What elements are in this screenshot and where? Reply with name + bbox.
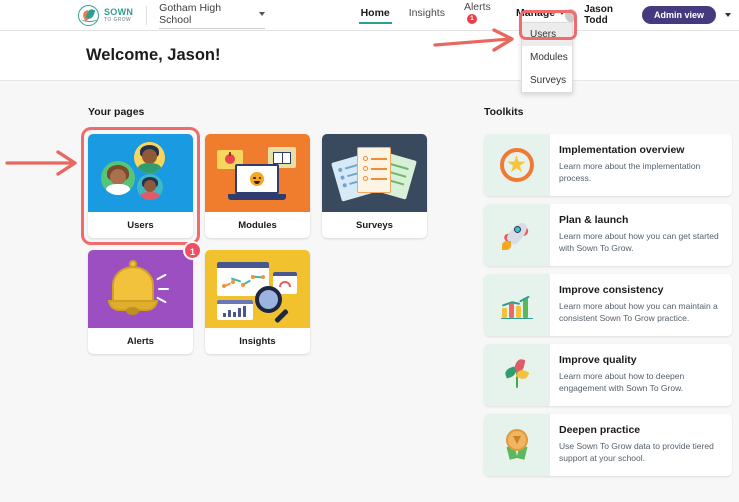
manage-dropdown-menu: Users Modules Surveys bbox=[521, 22, 573, 93]
toolkit-text: Improve quality Learn more about how to … bbox=[550, 344, 732, 406]
nav-item-manage-label: Manage bbox=[516, 6, 556, 19]
alerts-card-artwork bbox=[88, 250, 193, 328]
main-content: Your pages Users Modules Surveys 1 Alert… bbox=[0, 82, 739, 502]
your-pages-grid: Users Modules Surveys 1 Alerts Insights bbox=[81, 127, 448, 354]
admin-view-button[interactable]: Admin view bbox=[641, 6, 716, 24]
users-card-artwork bbox=[88, 134, 193, 212]
award-ribbon-icon bbox=[498, 426, 536, 464]
avatar[interactable] bbox=[565, 8, 578, 22]
alerts-count-badge: 1 bbox=[466, 13, 477, 24]
toolkit-description: Learn more about how to deepen engagemen… bbox=[559, 371, 685, 394]
logo-line-2: TO GROW bbox=[104, 16, 132, 23]
toolkit-title: Plan & launch bbox=[559, 214, 629, 226]
nav-item-alerts[interactable]: Alerts1 bbox=[464, 1, 497, 30]
toolkit-icon-cell bbox=[484, 344, 550, 406]
logo-line-1: SOWN bbox=[104, 6, 134, 17]
toolkit-item-plan-and-launch[interactable]: Plan & launch Learn more about how you c… bbox=[484, 204, 732, 266]
nav-item-home[interactable]: Home bbox=[358, 6, 392, 24]
nav-item-alerts-label: Alerts bbox=[463, 0, 491, 13]
school-selector-label: Gotham High School bbox=[159, 1, 222, 26]
header-divider bbox=[146, 5, 148, 25]
toolkit-icon-cell bbox=[484, 414, 550, 476]
toolkit-title: Deepen practice bbox=[559, 424, 641, 436]
manage-menu-item-users[interactable]: Users bbox=[522, 23, 572, 46]
toolkit-item-improve-quality[interactable]: Improve quality Learn more about how to … bbox=[484, 344, 732, 406]
page-card-modules-label: Modules bbox=[238, 219, 277, 231]
toolkit-icon-cell bbox=[484, 134, 550, 196]
page-card-users[interactable]: Users bbox=[81, 127, 200, 245]
alerts-card-count-badge: 1 bbox=[183, 241, 202, 260]
page-card-surveys[interactable]: Surveys bbox=[322, 134, 427, 238]
chevron-down-icon bbox=[258, 11, 265, 16]
page-card-alerts[interactable]: 1 Alerts bbox=[88, 241, 202, 354]
manage-menu-item-modules[interactable]: Modules bbox=[522, 46, 572, 69]
sown-to-grow-leaf-icon bbox=[78, 4, 99, 26]
toolkit-item-improve-consistency[interactable]: Improve consistency Learn more about how… bbox=[484, 274, 732, 336]
nav-item-insights[interactable]: Insights bbox=[409, 7, 445, 24]
user-name-label: Jason Todd bbox=[584, 4, 613, 26]
toolkits-list: Implementation overview Learn more about… bbox=[484, 134, 732, 476]
toolkit-title: Improve quality bbox=[559, 354, 637, 366]
app-logo[interactable]: SOWN TO GROW bbox=[78, 4, 134, 26]
star-badge-icon bbox=[498, 146, 536, 184]
app-root: SOWN TO GROW Gotham High School Home Ins… bbox=[0, 0, 739, 502]
nav-item-home-label: Home bbox=[360, 6, 390, 19]
page-card-users-label: Users bbox=[127, 219, 154, 231]
your-pages-heading: Your pages bbox=[88, 106, 145, 118]
toolkit-item-implementation-overview[interactable]: Implementation overview Learn more about… bbox=[484, 134, 732, 196]
page-card-modules[interactable]: Modules bbox=[205, 134, 310, 238]
toolkit-text: Plan & launch Learn more about how you c… bbox=[550, 204, 732, 266]
toolkit-icon-cell bbox=[484, 204, 550, 266]
toolkit-text: Deepen practice Use Sown To Grow data to… bbox=[550, 414, 732, 476]
page-title: Welcome, Jason! bbox=[86, 46, 221, 64]
rocket-icon bbox=[498, 216, 536, 254]
toolkit-text: Improve consistency Learn more about how… bbox=[550, 274, 732, 336]
manage-menu-item-surveys[interactable]: Surveys bbox=[522, 69, 572, 92]
toolkit-item-deepen-practice[interactable]: Deepen practice Use Sown To Grow data to… bbox=[484, 414, 732, 476]
top-navigation-bar: SOWN TO GROW Gotham High School Home Ins… bbox=[0, 0, 739, 31]
modules-card-artwork bbox=[205, 134, 310, 212]
insights-card-artwork bbox=[205, 250, 310, 328]
nav-item-insights-label: Insights bbox=[408, 6, 445, 19]
toolkit-description: Learn more about how you can get started… bbox=[559, 231, 719, 254]
toolkit-text: Implementation overview Learn more about… bbox=[550, 134, 732, 196]
plant-icon bbox=[498, 356, 536, 394]
toolkit-description: Learn more about the implementation proc… bbox=[559, 161, 701, 184]
user-menu-chevron-down-icon[interactable] bbox=[725, 13, 731, 17]
page-card-insights[interactable]: Insights bbox=[205, 250, 310, 354]
page-card-surveys-label: Surveys bbox=[356, 219, 393, 231]
surveys-card-artwork bbox=[322, 134, 427, 212]
page-card-insights-label: Insights bbox=[239, 335, 276, 347]
toolkit-title: Implementation overview bbox=[559, 144, 685, 156]
toolkit-description: Learn more about how you can maintain a … bbox=[559, 301, 718, 324]
bar-chart-icon bbox=[498, 286, 536, 324]
logo-wordmark: SOWN TO GROW bbox=[104, 6, 134, 23]
toolkit-description: Use Sown To Grow data to provide tiered … bbox=[559, 441, 714, 464]
page-card-alerts-label: Alerts bbox=[127, 335, 154, 347]
toolkit-title: Improve consistency bbox=[559, 284, 664, 296]
toolkits-heading: Toolkits bbox=[484, 106, 524, 118]
chevron-down-icon bbox=[559, 10, 566, 15]
your-pages-section: Your pages Users Modules Surveys 1 Alert… bbox=[81, 106, 448, 354]
user-area: Jason Todd Admin view bbox=[565, 4, 731, 26]
toolkits-section: Toolkits Implementation overview Learn m… bbox=[484, 106, 732, 476]
school-selector[interactable]: Gotham High School bbox=[159, 1, 265, 29]
nav-item-manage[interactable]: Manage bbox=[516, 6, 566, 24]
toolkit-icon-cell bbox=[484, 274, 550, 336]
